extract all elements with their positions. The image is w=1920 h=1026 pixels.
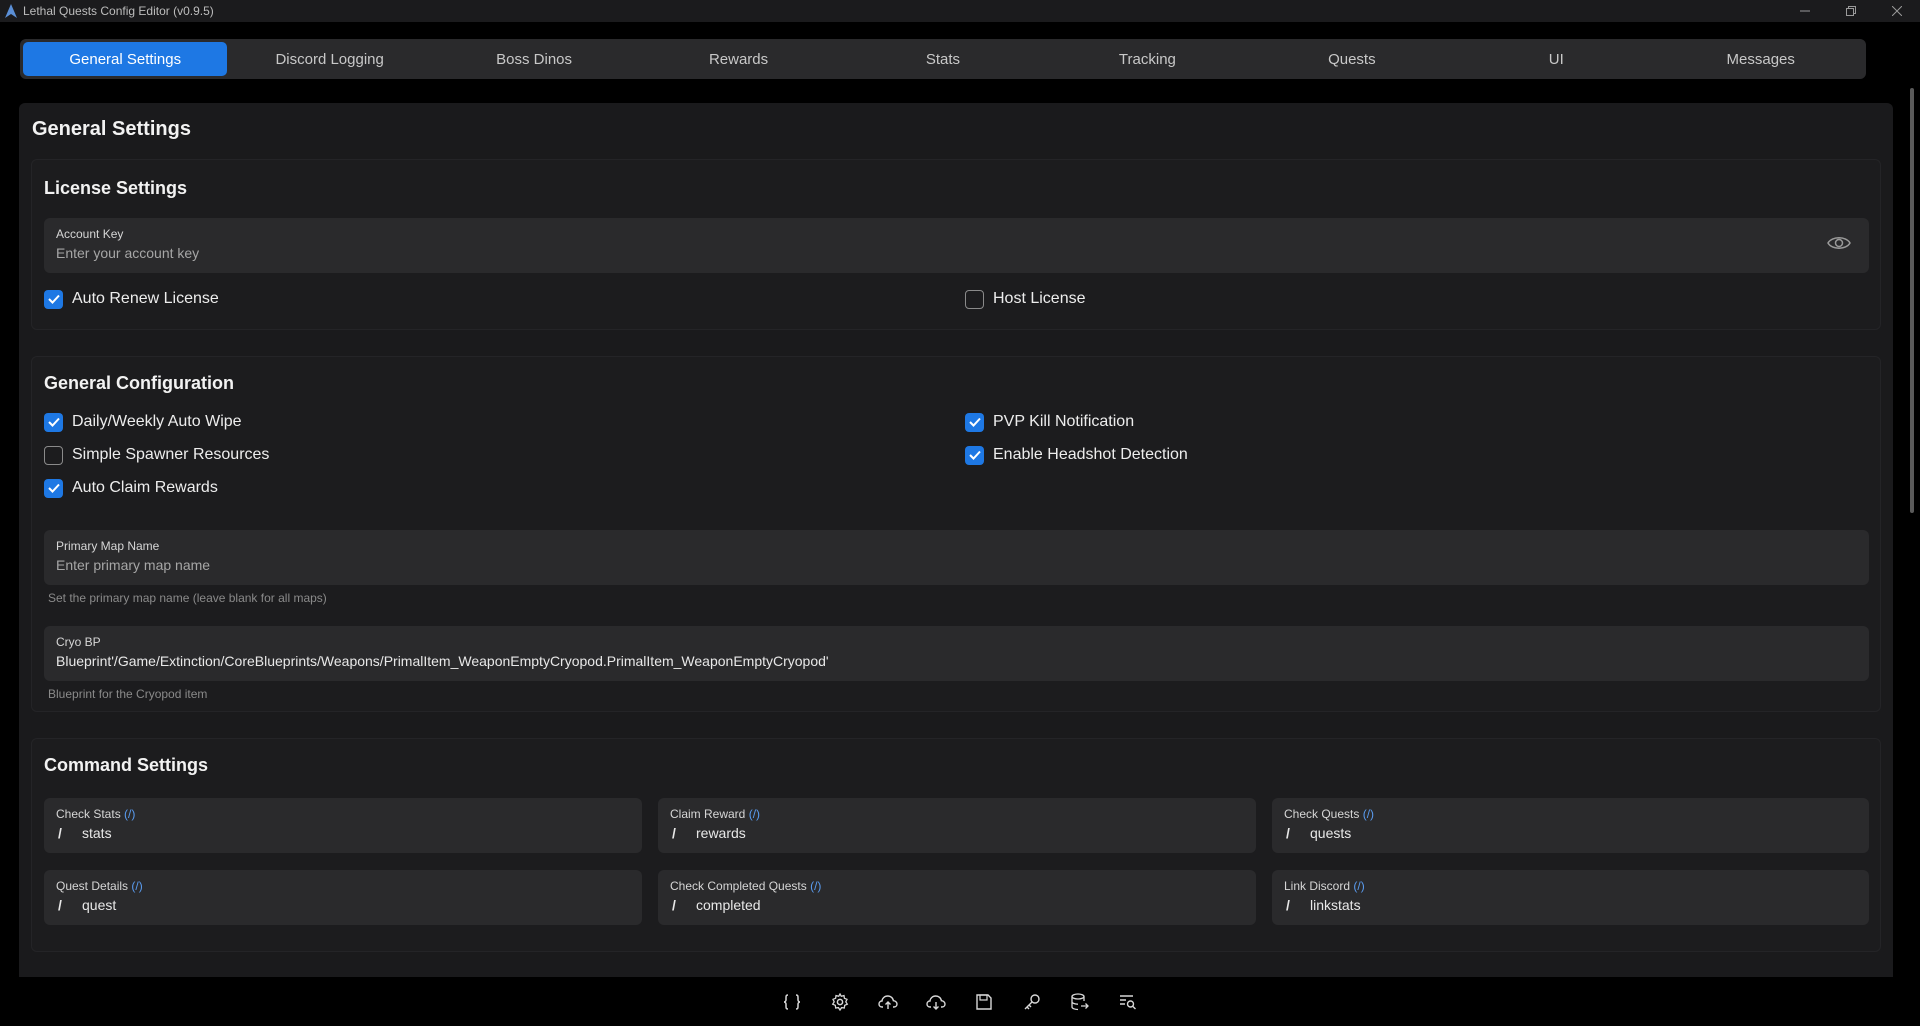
page-title: General Settings (32, 118, 191, 140)
check-completed-command-field[interactable]: Check Completed Quests (/) / completed (658, 870, 1256, 925)
link-discord-command-field[interactable]: Link Discord (/) / linkstats (1272, 870, 1869, 925)
primary-map-helper: Set the primary map name (leave blank fo… (48, 591, 327, 605)
slash-icon: / (58, 897, 62, 913)
account-key-input[interactable]: Enter your account key (56, 245, 199, 261)
database-export-icon[interactable] (1069, 991, 1091, 1013)
link-discord-label: Link Discord (/) (1284, 879, 1365, 893)
check-completed-input[interactable]: completed (696, 897, 761, 913)
auto-wipe-checkbox[interactable]: Daily/Weekly Auto Wipe (44, 411, 242, 433)
simple-spawner-checkbox[interactable]: Simple Spawner Resources (44, 444, 269, 466)
restore-button[interactable] (1828, 0, 1874, 22)
cryo-bp-label: Cryo BP (56, 635, 101, 649)
claim-reward-input[interactable]: rewards (696, 825, 746, 841)
auto-wipe-label: Daily/Weekly Auto Wipe (72, 413, 242, 430)
cryo-bp-field[interactable]: Cryo BP Blueprint'/Game/Extinction/CoreB… (44, 626, 1869, 681)
check-completed-label: Check Completed Quests (/) (670, 879, 822, 893)
tab-messages[interactable]: Messages (1659, 42, 1863, 76)
settings-panel: General Settings License Settings Accoun… (19, 103, 1893, 977)
tab-ui[interactable]: UI (1454, 42, 1658, 76)
checkmark-icon (44, 289, 63, 309)
tab-tracking[interactable]: Tracking (1045, 42, 1249, 76)
auto-renew-license-checkbox[interactable]: Auto Renew License (44, 288, 219, 310)
search-list-icon[interactable] (1117, 991, 1139, 1013)
slash-icon: / (1286, 825, 1290, 841)
close-button[interactable] (1874, 0, 1920, 22)
tab-bar: General Settings Discord Logging Boss Di… (20, 39, 1866, 79)
general-configuration-card: General Configuration Daily/Weekly Auto … (31, 356, 1881, 712)
slash-icon: / (58, 825, 62, 841)
claim-reward-label: Claim Reward (/) (670, 807, 761, 821)
slash-icon: / (1286, 897, 1290, 913)
cryo-bp-helper: Blueprint for the Cryopod item (48, 687, 208, 701)
auto-claim-checkbox[interactable]: Auto Claim Rewards (44, 477, 218, 499)
tab-quests[interactable]: Quests (1250, 42, 1454, 76)
tab-general-settings[interactable]: General Settings (23, 42, 228, 76)
check-quests-input[interactable]: quests (1310, 825, 1351, 841)
account-key-field[interactable]: Account Key Enter your account key (44, 218, 1869, 273)
cryo-bp-input[interactable]: Blueprint'/Game/Extinction/CoreBlueprint… (56, 653, 829, 669)
command-settings-title: Command Settings (44, 755, 209, 775)
host-license-checkbox[interactable]: Host License (965, 288, 1086, 310)
checkmark-icon (965, 445, 984, 465)
save-icon[interactable] (973, 991, 995, 1013)
primary-map-label: Primary Map Name (56, 539, 160, 553)
headshot-checkbox[interactable]: Enable Headshot Detection (965, 444, 1188, 466)
tab-stats[interactable]: Stats (841, 42, 1045, 76)
auto-renew-license-label: Auto Renew License (72, 290, 219, 307)
quest-details-command-field[interactable]: Quest Details (/) / quest (44, 870, 642, 925)
general-configuration-title: General Configuration (44, 373, 235, 393)
license-settings-card: License Settings Account Key Enter your … (31, 159, 1881, 330)
primary-map-input[interactable]: Enter primary map name (56, 557, 210, 573)
checkmark-icon (965, 412, 984, 432)
unchecked-box-icon (965, 289, 984, 309)
checkmark-icon (44, 412, 63, 432)
unchecked-box-icon (44, 445, 63, 465)
title-bar: Lethal Quests Config Editor (v0.9.5) (0, 0, 1920, 22)
primary-map-field[interactable]: Primary Map Name Enter primary map name (44, 530, 1869, 585)
check-quests-command-field[interactable]: Check Quests (/) / quests (1272, 798, 1869, 853)
window-title: Lethal Quests Config Editor (v0.9.5) (23, 4, 214, 18)
check-stats-label: Check Stats (/) (56, 807, 136, 821)
check-quests-label: Check Quests (/) (1284, 807, 1375, 821)
claim-reward-command-field[interactable]: Claim Reward (/) / rewards (658, 798, 1256, 853)
slash-icon: / (672, 897, 676, 913)
pvp-kill-label: PVP Kill Notification (993, 413, 1135, 430)
app-logo-icon (4, 4, 18, 18)
bottom-toolbar (0, 977, 1920, 1026)
eye-icon[interactable] (1827, 234, 1851, 257)
link-discord-input[interactable]: linkstats (1310, 897, 1361, 913)
minimize-button[interactable] (1782, 0, 1828, 22)
settings-icon[interactable] (829, 991, 851, 1013)
cloud-download-icon[interactable] (925, 991, 947, 1013)
check-stats-input[interactable]: stats (82, 825, 112, 841)
quest-details-label: Quest Details (/) (56, 879, 143, 893)
command-settings-card: Command Settings Check Stats (/) / stats… (31, 738, 1881, 952)
pvp-kill-checkbox[interactable]: PVP Kill Notification (965, 411, 1134, 433)
tab-rewards[interactable]: Rewards (636, 42, 840, 76)
key-icon[interactable] (1021, 991, 1043, 1013)
check-stats-command-field[interactable]: Check Stats (/) / stats (44, 798, 642, 853)
simple-spawner-label: Simple Spawner Resources (72, 446, 270, 463)
tab-discord-logging[interactable]: Discord Logging (227, 42, 431, 76)
license-settings-title: License Settings (44, 178, 188, 198)
quest-details-input[interactable]: quest (82, 897, 116, 913)
tab-boss-dinos[interactable]: Boss Dinos (432, 42, 636, 76)
host-license-label: Host License (993, 290, 1086, 307)
braces-icon[interactable] (781, 991, 803, 1013)
checkmark-icon (44, 478, 63, 498)
account-key-label: Account Key (56, 227, 124, 241)
slash-icon: / (672, 825, 676, 841)
auto-claim-label: Auto Claim Rewards (72, 479, 218, 496)
vertical-scrollbar[interactable] (1910, 88, 1914, 513)
cloud-upload-icon[interactable] (877, 991, 899, 1013)
headshot-label: Enable Headshot Detection (993, 446, 1188, 463)
